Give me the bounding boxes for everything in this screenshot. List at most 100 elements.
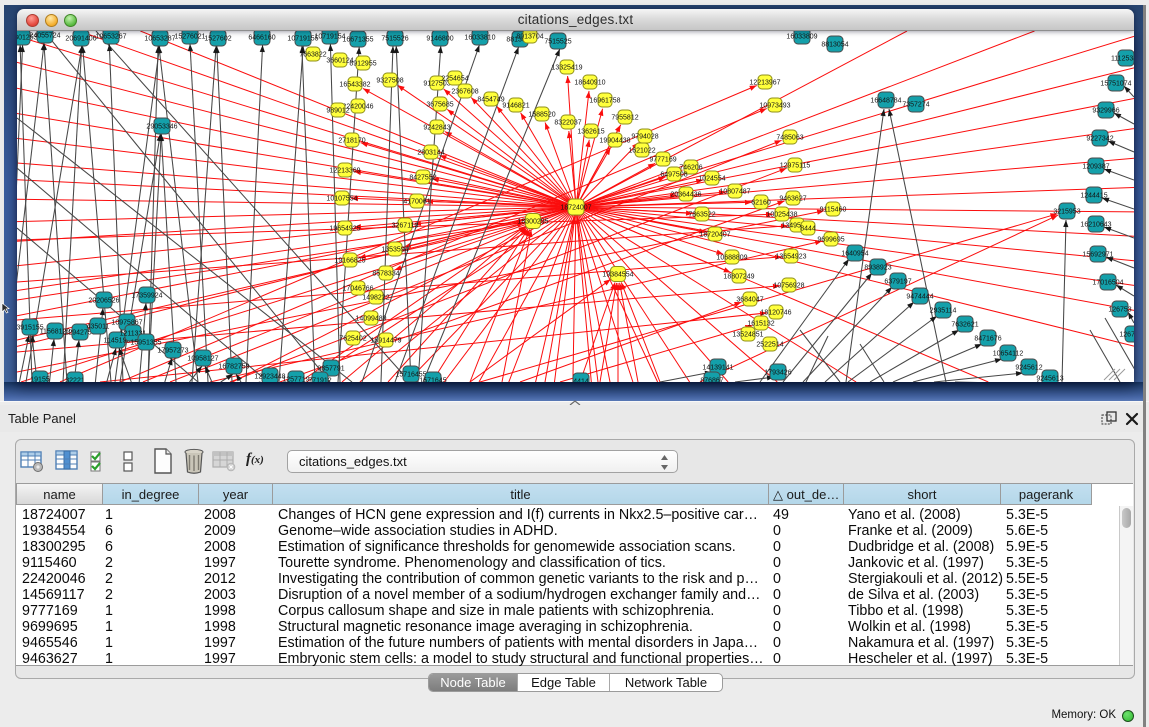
- svg-text:17957273: 17957273: [157, 347, 188, 354]
- svg-text:16033809: 16033809: [786, 33, 817, 40]
- svg-text:10719154: 10719154: [314, 33, 345, 40]
- svg-text:12923448: 12923448: [254, 373, 285, 380]
- svg-text:4414: 4414: [573, 378, 589, 382]
- svg-text:8578334: 8578334: [372, 270, 399, 277]
- svg-text:9777169: 9777169: [649, 156, 676, 163]
- svg-text:12213369: 12213369: [329, 167, 360, 174]
- svg-text:9699695: 9699695: [817, 236, 844, 243]
- svg-text:10958127: 10958127: [187, 355, 218, 362]
- svg-text:10807487: 10807487: [719, 188, 750, 195]
- svg-text:10756928: 10756928: [773, 282, 804, 289]
- svg-text:8813054: 8813054: [821, 41, 848, 48]
- svg-text:15751074: 15751074: [1100, 80, 1131, 87]
- svg-text:16543382: 16543382: [339, 81, 370, 88]
- svg-text:7863522: 7863522: [688, 211, 715, 218]
- svg-text:6466160: 6466160: [248, 34, 275, 41]
- svg-text:20206526: 20206526: [88, 297, 119, 304]
- svg-text:2803144: 2803144: [417, 149, 444, 156]
- svg-text:18724007: 18724007: [560, 204, 591, 211]
- svg-text:9463627: 9463627: [779, 195, 806, 202]
- svg-text:2254654: 2254654: [441, 75, 468, 82]
- svg-text:9474444: 9474444: [906, 293, 933, 300]
- svg-text:3684047: 3684047: [736, 296, 763, 303]
- svg-text:1362615: 1362615: [577, 128, 604, 135]
- svg-text:2522514: 2522514: [756, 341, 783, 348]
- svg-text:1353594: 1353594: [381, 246, 408, 253]
- svg-text:4170061: 4170061: [403, 198, 430, 205]
- svg-text:8471676: 8471676: [974, 335, 1001, 342]
- svg-text:876867: 876867: [700, 377, 723, 382]
- svg-text:9146821: 9146821: [502, 102, 529, 109]
- svg-text:18120746: 18120746: [760, 309, 791, 316]
- svg-text:19155: 19155: [30, 376, 50, 382]
- svg-text:24055724: 24055724: [29, 32, 60, 39]
- svg-text:8454749: 8454749: [477, 96, 504, 103]
- svg-text:9857791: 9857791: [317, 365, 344, 372]
- svg-text:1640954: 1640954: [841, 250, 868, 257]
- svg-text:9242843: 9242843: [423, 124, 450, 131]
- svg-text:16914479: 16914479: [370, 337, 401, 344]
- svg-text:7515526: 7515526: [381, 35, 408, 42]
- svg-text:7625402: 7625402: [339, 335, 366, 342]
- svg-text:6379197: 6379197: [884, 278, 911, 285]
- svg-text:12213967: 12213967: [749, 79, 780, 86]
- svg-text:3215953: 3215953: [1053, 208, 1080, 215]
- svg-text:16671355: 16671355: [342, 36, 373, 43]
- svg-text:10025438: 10025438: [766, 211, 797, 218]
- svg-text:15276021: 15276021: [174, 33, 205, 40]
- svg-text:16961758: 16961758: [589, 97, 620, 104]
- svg-text:8444: 8444: [800, 225, 816, 232]
- svg-text:17359924: 17359924: [131, 292, 162, 299]
- svg-text:32221: 32221: [65, 377, 85, 382]
- svg-text:10653267: 10653267: [95, 33, 126, 40]
- svg-text:9227342: 9227342: [1086, 135, 1113, 142]
- svg-text:7663822: 7663822: [299, 51, 326, 58]
- svg-text:29053346: 29053346: [146, 123, 177, 130]
- svg-text:15951355: 15951355: [130, 339, 161, 346]
- svg-text:2935114: 2935114: [930, 307, 957, 314]
- svg-text:18807249: 18807249: [723, 273, 754, 280]
- svg-text:8913704: 8913704: [516, 33, 543, 40]
- svg-text:9146800: 9146800: [426, 35, 453, 42]
- svg-text:10107554: 10107554: [326, 195, 357, 202]
- svg-text:10973493: 10973493: [759, 102, 790, 109]
- svg-text:7515525: 7515525: [544, 38, 571, 45]
- svg-text:7357274: 7357274: [902, 101, 929, 108]
- svg-text:7485063: 7485063: [776, 134, 803, 141]
- svg-text:1615132: 1615132: [747, 320, 774, 327]
- svg-text:16033810: 16033810: [464, 34, 495, 41]
- svg-text:8938923: 8938923: [864, 264, 891, 271]
- svg-text:771912: 771912: [308, 377, 331, 382]
- svg-text:19166825: 19166825: [334, 257, 365, 264]
- svg-text:12975115: 12975115: [780, 162, 811, 169]
- svg-text:2367608: 2367608: [451, 88, 478, 95]
- svg-text:7955812: 7955812: [611, 114, 638, 121]
- svg-text:2718170: 2718170: [338, 137, 365, 144]
- svg-text:14099489: 14099489: [355, 315, 386, 322]
- svg-text:1024554: 1024554: [698, 175, 725, 182]
- svg-text:8912955: 8912955: [349, 60, 376, 67]
- svg-text:1244415: 1244415: [1080, 192, 1107, 199]
- svg-text:9329966: 9329966: [1092, 107, 1119, 114]
- svg-text:8322037: 8322037: [554, 119, 581, 126]
- svg-text:17016504: 17016504: [1092, 279, 1123, 286]
- svg-text:1257719: 1257719: [282, 376, 309, 382]
- svg-text:9245613: 9245613: [1036, 375, 1063, 382]
- svg-text:6497508: 6497508: [660, 171, 687, 178]
- svg-text:13524851: 13524851: [732, 331, 763, 338]
- svg-text:19384554: 19384554: [602, 271, 633, 278]
- svg-text:1267534: 1267534: [1119, 331, 1134, 338]
- svg-text:15692971: 15692971: [1082, 251, 1113, 258]
- svg-text:8427552: 8427552: [409, 174, 436, 181]
- svg-text:11125344: 11125344: [1111, 55, 1134, 62]
- svg-text:18300295: 18300295: [517, 218, 548, 225]
- svg-text:10653287: 10653287: [144, 35, 175, 42]
- svg-text:1621022: 1621022: [628, 147, 655, 154]
- svg-text:1527602: 1527602: [204, 35, 231, 42]
- svg-text:3267110: 3267110: [392, 222, 419, 229]
- svg-text:9245612: 9245612: [1015, 364, 1042, 371]
- svg-text:16648784: 16648784: [870, 97, 901, 104]
- svg-text:1571645: 1571645: [419, 377, 446, 382]
- svg-text:435011: 435011: [87, 323, 110, 330]
- svg-text:1588520: 1588520: [528, 111, 555, 118]
